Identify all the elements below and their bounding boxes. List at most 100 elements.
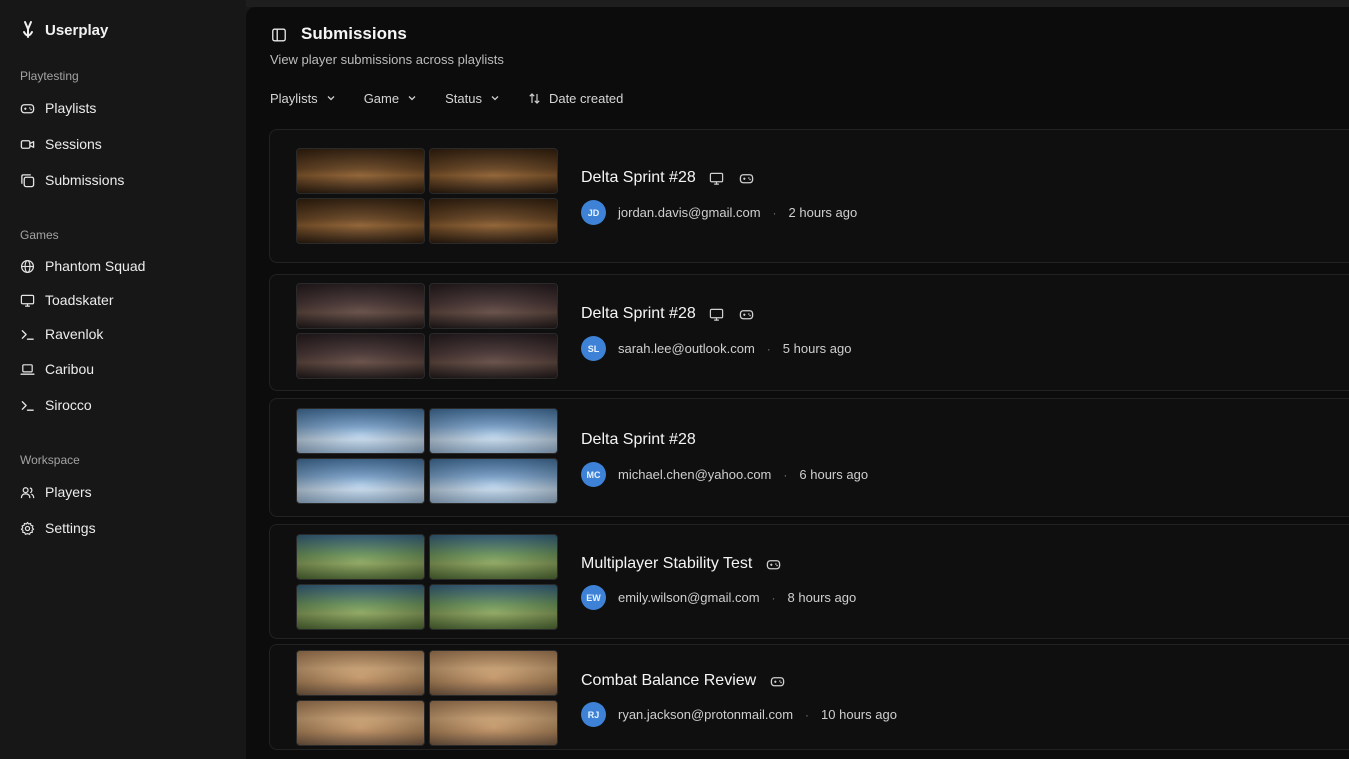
sidebar-item-label: Sessions — [45, 136, 102, 152]
chevron-down-icon — [327, 96, 335, 101]
sidebar-item-ravenlok[interactable]: Ravenlok — [20, 321, 230, 347]
sidebar-item-submissions[interactable]: Submissions — [20, 167, 230, 193]
gameplay-thumbnail — [429, 408, 558, 454]
sidebar-item-players[interactable]: Players — [20, 479, 230, 505]
submission-card[interactable]: Combat Balance Review RJ ryan.jackson@pr… — [269, 644, 1349, 750]
brand[interactable]: Userplay — [20, 19, 108, 41]
userplay-logo-icon — [23, 21, 33, 38]
filter-game[interactable]: Game — [364, 91, 417, 106]
gamepad-icon — [738, 306, 756, 322]
separator-dot: · — [771, 590, 776, 605]
thumbnail-grid — [296, 650, 558, 746]
avatar: RJ — [581, 702, 606, 727]
card-title-row: Delta Sprint #28 — [581, 169, 756, 187]
card-meta-row: SL sarah.lee@outlook.com · 5 hours ago — [581, 336, 851, 361]
submission-title: Delta Sprint #28 — [581, 305, 696, 322]
stack-icon — [20, 173, 35, 188]
gameplay-thumbnail — [429, 333, 558, 379]
section-label-workspace: Workspace — [20, 453, 80, 467]
gear-icon — [20, 521, 35, 536]
gameplay-thumbnail — [296, 283, 425, 329]
monitor-icon — [708, 170, 726, 186]
card-meta-row: EW emily.wilson@gmail.com · 8 hours ago — [581, 585, 856, 610]
sort-arrows-icon — [529, 92, 540, 104]
monitor-icon — [708, 306, 726, 322]
gameplay-thumbnail — [429, 283, 558, 329]
sidebar-item-caribou[interactable]: Caribou — [20, 356, 230, 382]
sidebar-item-sessions[interactable]: Sessions — [20, 131, 230, 157]
submission-title: Delta Sprint #28 — [581, 431, 696, 448]
section-label-games: Games — [20, 228, 59, 242]
gamepad-icon — [764, 556, 782, 572]
chevron-down-icon — [491, 96, 499, 101]
submission-title: Combat Balance Review — [581, 672, 757, 689]
sort-date-created[interactable]: Date created — [528, 91, 623, 106]
separator-dot: · — [766, 341, 771, 356]
submission-time: 2 hours ago — [788, 205, 858, 220]
filter-label: Playlists — [270, 90, 318, 106]
avatar: JD — [581, 200, 606, 225]
sidebar-item-phantom-squad[interactable]: Phantom Squad — [20, 253, 230, 279]
submission-card[interactable]: Delta Sprint #28 JD jordan.davis@gmail.c… — [269, 129, 1349, 263]
gameplay-thumbnail — [429, 700, 558, 746]
app-root: Userplay Playtesting Playlists Sessions … — [0, 0, 1349, 759]
submission-title: Multiplayer Stability Test — [581, 555, 753, 572]
thumbnail-grid — [296, 408, 558, 504]
submission-card[interactable]: Delta Sprint #28 MC michael.chen@yahoo.c… — [269, 398, 1349, 517]
sidebar-item-label: Phantom Squad — [45, 258, 146, 274]
gameplay-thumbnail — [429, 458, 558, 504]
sidebar-item-sirocco[interactable]: Sirocco — [20, 392, 230, 418]
sidebar-item-playlists[interactable]: Playlists — [20, 95, 230, 121]
player-email: michael.chen@yahoo.com — [618, 467, 772, 482]
gameplay-thumbnail — [429, 148, 558, 194]
sidebar-item-toadskater[interactable]: Toadskater — [20, 287, 230, 313]
video-icon — [20, 137, 35, 152]
submission-card[interactable]: Delta Sprint #28 SL sarah.lee@outlook.co… — [269, 274, 1349, 391]
panel-left-icon — [272, 28, 286, 42]
sort-label: Date created — [548, 90, 624, 106]
page-subtitle: View player submissions across playlists — [270, 52, 504, 67]
sidebar-item-settings[interactable]: Settings — [20, 515, 230, 541]
gameplay-thumbnail — [296, 700, 425, 746]
submission-title: Delta Sprint #28 — [581, 169, 696, 186]
gameplay-thumbnail — [296, 584, 425, 630]
card-title-row: Combat Balance Review — [581, 672, 786, 690]
terminal-icon — [20, 398, 35, 413]
section-label-playtesting: Playtesting — [20, 69, 79, 83]
avatar: MC — [581, 462, 606, 487]
filter-status[interactable]: Status — [445, 91, 500, 106]
card-meta-row: RJ ryan.jackson@protonmail.com · 10 hour… — [581, 702, 897, 727]
avatar: EW — [581, 585, 606, 610]
gameplay-thumbnail — [296, 458, 425, 504]
sidebar-toggle-button[interactable] — [270, 26, 288, 44]
gameplay-thumbnail — [296, 534, 425, 580]
gameplay-thumbnail — [296, 148, 425, 194]
card-meta-row: MC michael.chen@yahoo.com · 6 hours ago — [581, 462, 868, 487]
gamepad-icon — [20, 101, 35, 116]
sidebar-item-label: Submissions — [45, 172, 125, 188]
thumbnail-grid — [296, 148, 558, 244]
submission-card[interactable]: Multiplayer Stability Test EW emily.wils… — [269, 524, 1349, 639]
player-email: jordan.davis@gmail.com — [618, 205, 761, 220]
sidebar-item-label: Playlists — [45, 100, 97, 116]
card-meta-row: JD jordan.davis@gmail.com · 2 hours ago — [581, 200, 857, 225]
submission-time: 8 hours ago — [787, 590, 857, 605]
sidebar-item-label: Toadskater — [45, 292, 114, 308]
gameplay-thumbnail — [296, 408, 425, 454]
thumbnail-grid — [296, 283, 558, 379]
sidebar: Userplay Playtesting Playlists Sessions … — [0, 0, 246, 759]
sidebar-item-label: Players — [45, 484, 92, 500]
filter-label: Game — [363, 90, 400, 106]
gamepad-icon — [738, 170, 756, 186]
main-panel: Submissions View player submissions acro… — [246, 7, 1349, 759]
player-email: emily.wilson@gmail.com — [618, 590, 760, 605]
users-icon — [20, 485, 35, 500]
submission-time: 10 hours ago — [821, 707, 897, 722]
monitor-icon — [20, 293, 35, 308]
separator-dot: · — [772, 205, 777, 220]
filter-playlists[interactable]: Playlists — [270, 91, 336, 106]
player-email: ryan.jackson@protonmail.com — [618, 707, 794, 722]
gameplay-thumbnail — [429, 534, 558, 580]
separator-dot: · — [783, 467, 788, 482]
sidebar-item-label: Caribou — [45, 361, 95, 377]
